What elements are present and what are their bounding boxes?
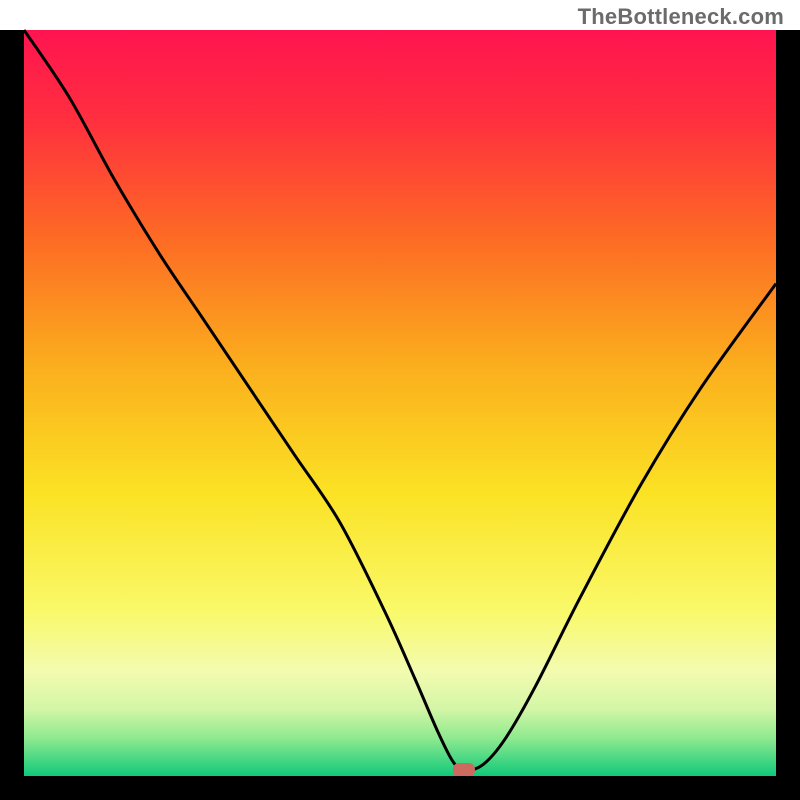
- chart-container: TheBottleneck.com: [0, 0, 800, 800]
- frame-right: [776, 30, 800, 800]
- frame-left: [0, 30, 24, 800]
- frame-bottom: [0, 776, 800, 800]
- plot-background: [24, 30, 776, 776]
- minimum-marker: [453, 763, 475, 777]
- watermark-label: TheBottleneck.com: [578, 4, 784, 30]
- bottleneck-chart: [0, 0, 800, 800]
